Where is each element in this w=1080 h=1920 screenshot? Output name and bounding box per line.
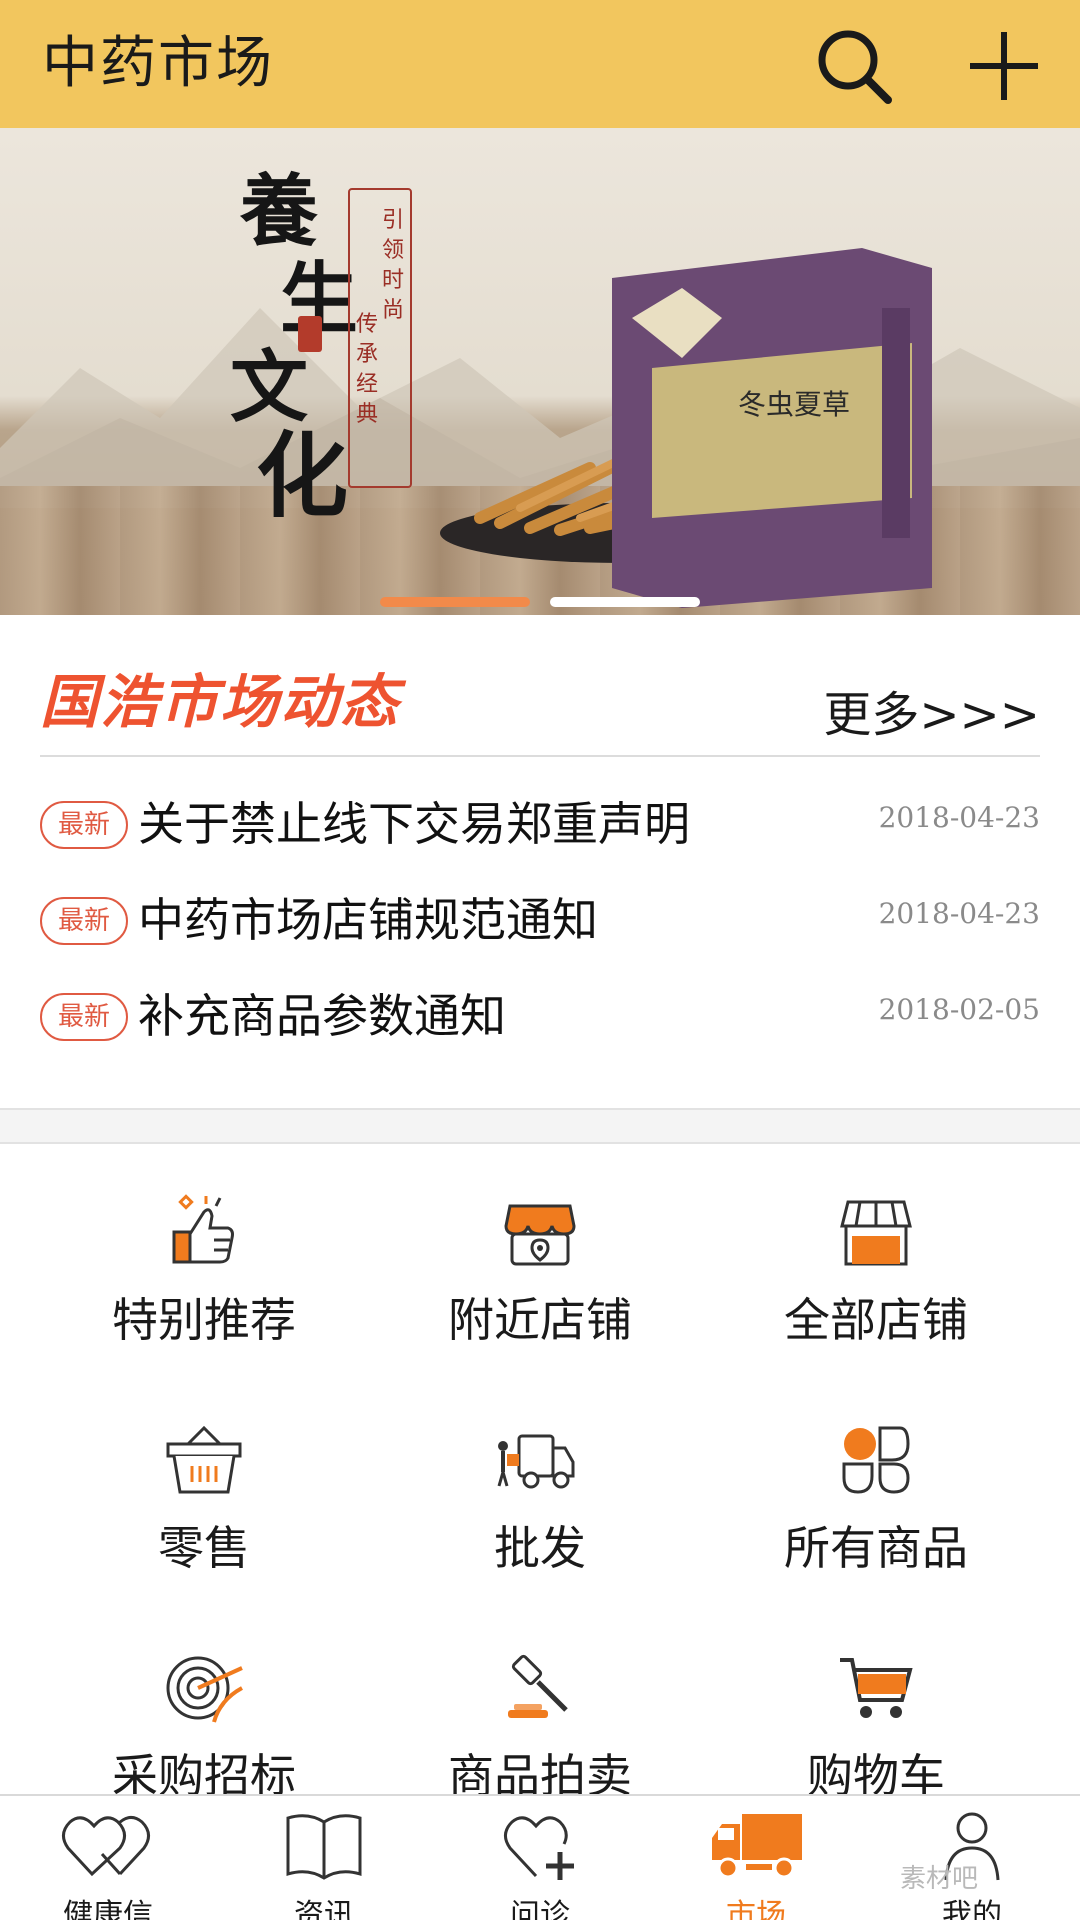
bottom-tab-bar: 健康信 资讯 问诊 市场 我的 — [0, 1794, 1080, 1920]
slogan-line-2: 传承经典 — [355, 312, 378, 427]
page-title: 中药市场 — [42, 31, 274, 96]
grid-item-procurement-bidding[interactable]: 采购招标 — [24, 1600, 384, 1794]
grid-item-wholesale[interactable]: 批发 — [360, 1372, 720, 1600]
carousel-dot-active[interactable] — [380, 597, 530, 607]
tab-health-letter[interactable]: 健康信 — [0, 1796, 216, 1920]
product-name: 冬虫夏草 — [738, 388, 851, 421]
grid-item-nearby-stores[interactable]: 附近店铺 — [360, 1144, 720, 1372]
news-item[interactable]: 最新 关于禁止线下交易郑重声明 2018-04-23 — [40, 787, 1040, 857]
target-icon — [166, 1656, 243, 1723]
tab-market[interactable]: 市场 — [648, 1796, 864, 1920]
grid-item-label: 附近店铺 — [448, 1293, 632, 1347]
nearby-store-icon — [504, 1204, 576, 1266]
news-more-link[interactable]: 更多>>> — [823, 675, 1040, 745]
grid-item-label: 特别推荐 — [112, 1293, 296, 1347]
grid-item-label: 采购招标 — [112, 1749, 296, 1794]
news-item[interactable]: 最新 补充商品参数通知 2018-02-05 — [40, 979, 1040, 1049]
grid-item-all-products[interactable]: 所有商品 — [696, 1372, 1056, 1600]
tab-consultation[interactable]: 问诊 — [432, 1796, 648, 1920]
news-date: 2018-04-23 — [878, 801, 1040, 834]
carousel-dot[interactable] — [550, 597, 700, 607]
market-news-section: 国浩市场动态 更多>>> 最新 关于禁止线下交易郑重声明 2018-04-23 … — [0, 615, 1080, 1105]
grid-item-retail[interactable]: 零售 — [24, 1372, 384, 1600]
calligraphy-text: 養 生 文 化 — [230, 166, 359, 530]
section-separator — [0, 1108, 1080, 1144]
shopping-cart-icon — [840, 1658, 913, 1718]
news-section-title: 国浩市场动态 — [40, 668, 401, 736]
app-header: 中药市场 — [0, 0, 1080, 128]
tab-news[interactable]: 资讯 — [216, 1796, 432, 1920]
new-badge: 最新 — [40, 993, 128, 1041]
grid-item-shopping-cart[interactable]: 购物车 — [696, 1600, 1056, 1794]
slogan-line-1: 引领时尚 — [381, 208, 404, 323]
basket-icon — [166, 1425, 242, 1494]
watermark: 素材吧 — [900, 1864, 979, 1894]
news-date: 2018-02-05 — [878, 993, 1040, 1026]
grid-item-auction[interactable]: 商品拍卖 — [360, 1600, 720, 1794]
product-box-image — [612, 248, 932, 608]
grid-item-all-stores[interactable]: 全部店铺 — [696, 1144, 1056, 1372]
book-icon — [286, 1814, 362, 1880]
new-badge: 最新 — [40, 897, 128, 945]
heart-plus-icon — [504, 1816, 574, 1880]
slogan-frame: 引领时尚 传承经典 — [348, 188, 412, 488]
double-heart-icon — [62, 1816, 150, 1877]
thumbs-up-icon — [172, 1194, 234, 1264]
grid-item-label: 批发 — [494, 1521, 586, 1575]
red-seal-stamp — [298, 316, 322, 352]
grid-item-label: 商品拍卖 — [448, 1749, 632, 1794]
grid-item-label: 购物车 — [807, 1749, 945, 1794]
grid-item-label: 零售 — [158, 1521, 250, 1575]
tab-label: 市场 — [726, 1898, 786, 1920]
delivery-truck-icon — [497, 1434, 575, 1489]
promo-banner[interactable]: 養 生 文 化 引领时尚 传承经典 冬虫夏草 — [0, 128, 1080, 615]
news-headline: 中药市场店铺规范通知 — [138, 893, 598, 947]
tab-label: 健康信 — [63, 1898, 153, 1920]
search-icon[interactable] — [814, 26, 894, 106]
truck-icon — [712, 1814, 802, 1879]
carousel-indicator — [0, 597, 1080, 607]
divider — [40, 755, 1040, 757]
clover-grid-icon — [842, 1426, 910, 1494]
grid-item-label: 所有商品 — [784, 1521, 968, 1575]
grid-item-label: 全部店铺 — [784, 1293, 968, 1347]
news-date: 2018-04-23 — [878, 897, 1040, 930]
function-grid: 特别推荐 附近店铺 全部店铺 零售 批发 所有商品 采购招标 商品拍卖 购物车 — [0, 1144, 1080, 1794]
news-headline: 关于禁止线下交易郑重声明 — [138, 797, 690, 851]
tab-label: 资讯 — [294, 1898, 354, 1920]
grid-item-recommend[interactable]: 特别推荐 — [24, 1144, 384, 1372]
store-icon — [840, 1200, 912, 1266]
new-badge: 最新 — [40, 801, 128, 849]
tab-label: 问诊 — [510, 1898, 570, 1920]
news-item[interactable]: 最新 中药市场店铺规范通知 2018-04-23 — [40, 883, 1040, 953]
auction-gavel-icon — [508, 1654, 568, 1718]
news-headline: 补充商品参数通知 — [138, 989, 506, 1043]
add-icon[interactable] — [964, 26, 1044, 106]
